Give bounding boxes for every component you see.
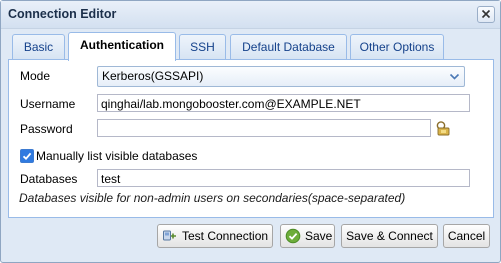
username-field[interactable]: qinghai/lab.mongobooster.com@EXAMPLE.NET (97, 94, 470, 112)
save-connect-label: Save & Connect (346, 229, 433, 243)
tab-basic[interactable]: Basic (12, 34, 65, 59)
manual-list-checkbox[interactable] (20, 149, 34, 163)
keychain-icon[interactable] (435, 120, 452, 137)
manual-list-label[interactable]: Manually list visible databases (36, 149, 197, 163)
password-field[interactable] (97, 119, 431, 137)
test-connection-button[interactable]: Test Connection (157, 224, 273, 248)
mode-select[interactable]: Kerberos(GSSAPI) (97, 66, 465, 87)
databases-label: Databases (20, 172, 78, 186)
save-button[interactable]: Save (280, 224, 335, 248)
databases-hint: Databases visible for non-admin users on… (19, 191, 406, 205)
username-label: Username (20, 97, 76, 111)
tab-other-options[interactable]: Other Options (350, 34, 444, 59)
mode-select-value: Kerberos(GSSAPI) (102, 69, 204, 83)
tab-default-database[interactable]: Default Database (230, 34, 347, 59)
cancel-label: Cancel (447, 229, 486, 243)
checkmark-circle-icon (285, 228, 301, 244)
close-button[interactable] (477, 6, 495, 23)
close-icon (481, 9, 491, 19)
save-label: Save (305, 229, 333, 243)
tab-ssh[interactable]: SSH (179, 34, 226, 59)
databases-field[interactable]: test (97, 169, 470, 187)
username-value: qinghai/lab.mongobooster.com@EXAMPLE.NET (101, 97, 361, 111)
mode-label: Mode (20, 69, 51, 83)
databases-value: test (101, 172, 121, 186)
cancel-button[interactable]: Cancel (443, 224, 490, 248)
title-bar[interactable]: Connection Editor (1, 1, 500, 29)
window-title: Connection Editor (8, 7, 117, 21)
save-connect-button[interactable]: Save & Connect (341, 224, 438, 248)
check-icon (22, 152, 32, 161)
plug-icon (163, 230, 176, 241)
password-label: Password (20, 122, 73, 136)
test-connection-label: Test Connection (182, 229, 269, 243)
tab-authentication[interactable]: Authentication (68, 32, 176, 61)
chevron-down-icon (449, 73, 460, 80)
connection-editor-window: Connection Editor Basic Authentication S… (0, 0, 501, 263)
